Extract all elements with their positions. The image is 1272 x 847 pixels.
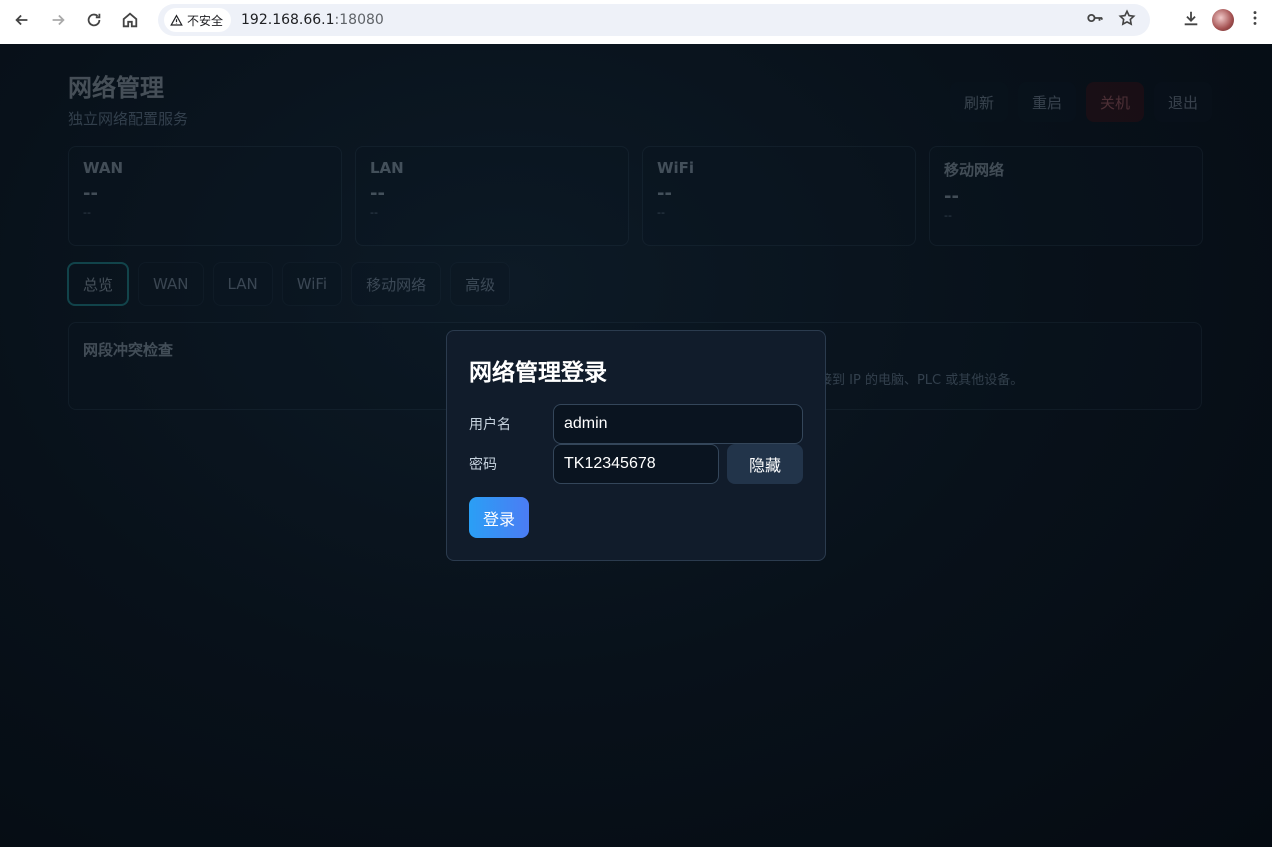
status-card-wifi: WiFi -- -- [642,146,916,246]
username-label: 用户名 [469,417,511,433]
password-label: 密码 [469,457,497,473]
card-sub: -- [83,206,91,219]
status-cards: WAN -- -- LAN -- -- WiFi -- -- 移动网络 -- -… [68,146,1203,246]
login-button[interactable]: 登录 [469,497,529,538]
forward-button[interactable] [40,2,76,38]
url-host: 192.168.66.1 [241,12,335,28]
home-button[interactable] [112,2,148,38]
card-sub: -- [944,209,952,222]
star-icon [1118,9,1136,26]
toggle-password-button[interactable]: 隐藏 [727,444,803,484]
card-value: -- [83,183,98,204]
shutdown-button[interactable]: 关机 [1085,82,1144,122]
warning-icon [170,13,183,26]
username-row: 用户名 admin [469,404,803,444]
tab-bar: 总览 WAN LAN WiFi 移动网络 高级 [67,262,511,306]
username-input[interactable]: admin [553,404,803,444]
key-icon [1087,13,1103,23]
page-title: 网络管理 [68,74,164,102]
card-value: -- [370,183,385,204]
card-value: -- [944,186,959,207]
url-port: :18080 [334,12,384,28]
header-actions: 刷新 重启 关机 退出 [949,82,1212,122]
page-subtitle: 独立网络配置服务 [68,110,189,128]
status-card-lan: LAN -- -- [355,146,629,246]
arrow-right-icon [52,14,65,26]
login-dialog: 网络管理登录 用户名 admin 密码 TK12345678 隐藏 登录 [446,330,826,561]
tab-advanced[interactable]: 高级 [450,262,511,306]
card-title: WAN [83,159,124,177]
tab-lan[interactable]: LAN [212,262,273,306]
refresh-button[interactable]: 刷新 [949,82,1008,122]
tab-wan[interactable]: WAN [138,262,204,306]
tab-overview[interactable]: 总览 [67,262,130,306]
reload-button[interactable] [76,2,112,38]
download-icon [1184,11,1198,26]
password-key-button[interactable] [1086,9,1104,31]
status-card-mobile: 移动网络 -- -- [929,146,1203,246]
card-sub: -- [657,206,665,219]
card-title: WiFi [657,159,695,177]
more-vertical-icon [1253,11,1257,25]
password-row: 密码 TK12345678 隐藏 [469,444,803,484]
panel-description: 接到 IP 的电脑、PLC 或其他设备。 [819,373,1024,388]
browser-menu-button[interactable] [1246,9,1264,31]
page-content: 网络管理 独立网络配置服务 刷新 重启 关机 退出 WAN -- -- LAN … [0,44,1272,847]
downloads-button[interactable] [1182,9,1200,31]
url-text: 192.168.66.1:18080 [241,12,384,28]
card-value: -- [657,183,672,204]
card-sub: -- [370,206,378,219]
card-title: 移动网络 [944,161,1005,179]
security-label: 不安全 [187,13,224,28]
tab-mobile[interactable]: 移动网络 [351,262,442,306]
password-input[interactable]: TK12345678 [553,444,719,484]
status-card-wan: WAN -- -- [68,146,342,246]
reload-icon [87,13,101,27]
tab-wifi[interactable]: WiFi [281,262,343,306]
card-title: LAN [370,159,404,177]
logout-button[interactable]: 退出 [1153,82,1212,122]
arrow-left-icon [15,14,28,26]
login-title: 网络管理登录 [469,360,607,386]
bookmark-button[interactable] [1118,9,1136,31]
profile-avatar[interactable] [1212,9,1234,31]
back-button[interactable] [4,2,40,38]
address-bar[interactable]: 不安全 192.168.66.1:18080 [158,4,1150,36]
security-indicator[interactable]: 不安全 [164,8,232,32]
home-icon [122,12,138,28]
restart-button[interactable]: 重启 [1017,82,1076,122]
browser-toolbar: 不安全 192.168.66.1:18080 [0,0,1272,44]
